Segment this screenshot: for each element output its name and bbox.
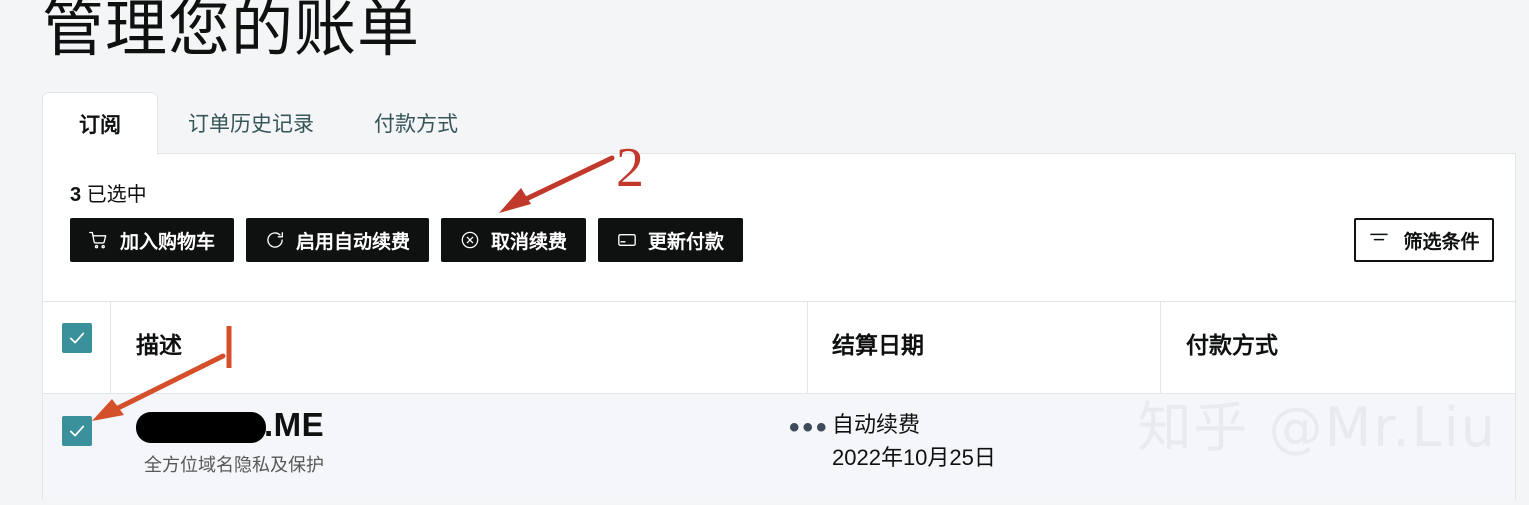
- bulk-action-bar: 加入购物车 启用自动续费 取消续费 更新付款: [70, 218, 744, 262]
- table-header-row: 描述 结算日期 付款方式: [43, 301, 1515, 394]
- enable-auto-renew-label: 启用自动续费: [296, 231, 411, 253]
- domain-suffix: .ME: [264, 406, 325, 443]
- tab-subscriptions-label: 订阅: [79, 113, 121, 137]
- column-header-description[interactable]: 描述: [111, 302, 808, 393]
- add-to-cart-label: 加入购物车: [120, 231, 216, 253]
- row-billing-date-cell: 自动续费 2022年10月25日: [808, 394, 1161, 501]
- shopping-cart-icon: [89, 230, 109, 250]
- domain-subtitle: 全方位域名隐私及保护: [144, 455, 324, 475]
- domain-name: .ME: [136, 404, 808, 446]
- filter-icon: [1368, 229, 1390, 251]
- update-payment-button[interactable]: 更新付款: [598, 218, 744, 262]
- add-to-cart-button[interactable]: 加入购物车: [70, 218, 235, 262]
- cancel-renewal-button[interactable]: 取消续费: [441, 218, 587, 262]
- tab-bar: 订阅 订单历史记录 付款方式: [42, 92, 1516, 155]
- billing-page: 管理您的账单 订阅 订单历史记录 付款方式 3 已选中 加入购物车 启用自动续费…: [0, 0, 1529, 501]
- billing-status: 自动续费: [832, 412, 921, 437]
- filter-button[interactable]: 筛选条件: [1354, 218, 1494, 262]
- filter-label: 筛选条件: [1403, 231, 1480, 253]
- page-title: 管理您的账单: [42, 0, 421, 64]
- row-select-cell: [43, 394, 111, 501]
- redacted-domain-bar: [136, 411, 266, 443]
- watermark: 知乎 @Mr.Liu: [1137, 396, 1497, 459]
- row-checkbox[interactable]: [62, 416, 92, 446]
- refresh-icon: [265, 230, 285, 250]
- selected-count-label: 已选中: [81, 184, 147, 206]
- cancel-renewal-label: 取消续费: [491, 231, 568, 253]
- select-all-checkbox[interactable]: [61, 323, 92, 353]
- circle-x-icon: [460, 230, 480, 250]
- selected-count-number: 3: [70, 184, 82, 206]
- column-header-billing-date[interactable]: 结算日期: [808, 302, 1161, 393]
- row-description-cell: .ME 全方位域名隐私及保护 •••: [111, 394, 827, 501]
- credit-card-icon: [617, 230, 637, 250]
- billing-date: 2022年10月25日: [832, 445, 996, 470]
- row-overflow-menu-icon[interactable]: •••: [789, 413, 830, 443]
- tab-order-history[interactable]: 订单历史记录: [158, 92, 344, 154]
- tab-payment-methods[interactable]: 付款方式: [344, 92, 488, 154]
- select-all-header-cell: [43, 302, 111, 393]
- tab-payment-methods-label: 付款方式: [374, 113, 458, 136]
- enable-auto-renew-button[interactable]: 启用自动续费: [246, 218, 430, 262]
- tab-subscriptions[interactable]: 订阅: [42, 92, 158, 155]
- selected-count: 3 已选中: [70, 178, 147, 207]
- update-payment-label: 更新付款: [648, 231, 725, 253]
- tab-order-history-label: 订单历史记录: [188, 113, 314, 136]
- column-header-payment-method[interactable]: 付款方式: [1161, 302, 1515, 393]
